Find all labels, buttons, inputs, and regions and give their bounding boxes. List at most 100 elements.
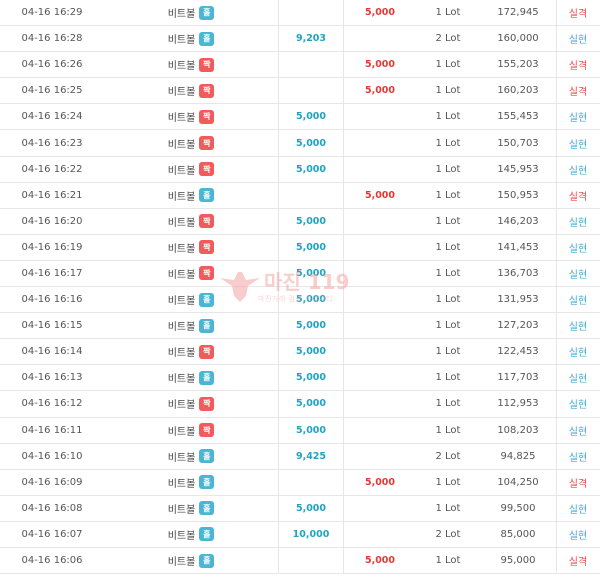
even-badge: 짝 — [199, 214, 215, 229]
item-name: 비트볼 — [167, 557, 196, 569]
balance: 99,500 — [500, 502, 536, 514]
lot-quantity: 1 Lot — [435, 163, 461, 175]
even-badge: 짝 — [199, 240, 215, 255]
item-name: 비트볼 — [167, 426, 196, 438]
item-name: 비트볼 — [167, 191, 196, 203]
result-status: 실현 — [568, 217, 588, 229]
odd-badge: 홀 — [199, 370, 215, 385]
result-status: 실현 — [568, 243, 588, 255]
table-row: 04-16 16:07 비트볼 홀 10,000 2 Lot 85,000 실현 — [0, 521, 600, 548]
item-name: 비트볼 — [167, 530, 196, 542]
result-status: 실격 — [568, 61, 588, 73]
odd-badge: 홀 — [199, 449, 215, 464]
result-status: 실현 — [568, 296, 588, 308]
even-badge: 짝 — [199, 109, 215, 124]
profit-amount: 10,000 — [292, 528, 330, 540]
result-status: 실현 — [568, 374, 588, 386]
even-badge: 짝 — [199, 423, 215, 438]
item-name: 비트볼 — [167, 9, 196, 21]
trade-rows: 04-16 16:29 비트볼 홀 5,000 1 Lot 172,945 실격 04-16 … — [0, 0, 600, 575]
item-name: 비트볼 — [167, 452, 196, 464]
profit-amount: 9,425 — [295, 450, 327, 462]
lot-quantity: 1 Lot — [435, 85, 461, 97]
profit-amount: 5,000 — [295, 137, 327, 149]
profit-amount: 5,000 — [295, 398, 327, 410]
item-name: 비트볼 — [167, 269, 196, 281]
table-row: 04-16 16:13 비트볼 홀 5,000 1 Lot 117,703 실현 — [0, 365, 600, 392]
profit-amount: 5,000 — [295, 241, 327, 253]
balance: 131,953 — [497, 294, 539, 306]
balance: 117,703 — [497, 372, 539, 384]
table-row: 04-16 16:09 비트볼 홀 5,000 1 Lot 104,250 실격 — [0, 469, 600, 496]
balance: 160,000 — [497, 33, 539, 45]
item-name: 비트볼 — [167, 217, 196, 229]
odd-badge: 홀 — [199, 475, 215, 490]
odd-badge: 홀 — [199, 188, 215, 203]
odd-badge: 홀 — [199, 31, 215, 46]
item-name: 비트볼 — [167, 296, 196, 308]
table-row: 04-16 16:12 비트볼 짝 5,000 1 Lot 112,953 실현 — [0, 391, 600, 418]
even-badge: 짝 — [199, 266, 215, 281]
table-row: 04-16 16:16 비트볼 홀 5,000 1 Lot 131,953 실현 — [0, 287, 600, 314]
item-name: 비트볼 — [167, 243, 196, 255]
balance: 150,953 — [497, 189, 539, 201]
trade-time: 04-16 16:16 — [21, 294, 83, 306]
trade-time: 04-16 16:25 — [21, 85, 83, 97]
even-badge: 짝 — [199, 57, 215, 72]
lot-quantity: 1 Lot — [435, 424, 461, 436]
profit-amount: 5,000 — [295, 267, 327, 279]
trade-time: 04-16 16:20 — [21, 215, 83, 227]
table-row: 04-16 16:21 비트볼 홀 5,000 1 Lot 150,953 실격 — [0, 182, 600, 209]
lot-quantity: 1 Lot — [435, 137, 461, 149]
trade-time: 04-16 16:14 — [21, 346, 83, 358]
trade-time: 04-16 16:12 — [21, 398, 83, 410]
profit-amount: 5,000 — [295, 215, 327, 227]
result-status: 실현 — [568, 322, 588, 334]
balance: 94,825 — [500, 450, 536, 462]
item-name: 비트볼 — [167, 348, 196, 360]
table-row: 04-16 16:20 비트볼 짝 5,000 1 Lot 146,203 실현 — [0, 208, 600, 235]
balance: 150,703 — [497, 137, 539, 149]
lot-quantity: 1 Lot — [435, 111, 461, 123]
lot-quantity: 1 Lot — [435, 476, 461, 488]
item-name: 비트볼 — [167, 35, 196, 47]
result-status: 실현 — [568, 139, 588, 151]
result-status: 실격 — [568, 87, 588, 99]
lot-quantity: 1 Lot — [435, 555, 461, 567]
item-name: 비트볼 — [167, 113, 196, 125]
result-status: 실현 — [568, 165, 588, 177]
item-name: 비트볼 — [167, 374, 196, 386]
odd-badge: 홀 — [199, 527, 215, 542]
table-row: 04-16 16:15 비트볼 홀 5,000 1 Lot 127,203 실현 — [0, 313, 600, 340]
profit-amount: 5,000 — [295, 502, 327, 514]
item-name: 비트볼 — [167, 504, 196, 516]
odd-badge: 홀 — [199, 5, 215, 20]
lot-quantity: 1 Lot — [435, 398, 461, 410]
lot-quantity: 1 Lot — [435, 189, 461, 201]
even-badge: 짝 — [199, 162, 215, 177]
even-badge: 짝 — [199, 396, 215, 411]
lot-quantity: 1 Lot — [435, 215, 461, 227]
trade-time: 04-16 16:28 — [21, 33, 83, 45]
loss-amount: 5,000 — [364, 59, 396, 71]
loss-amount: 5,000 — [364, 189, 396, 201]
trade-time: 04-16 16:17 — [21, 267, 83, 279]
loss-amount: 5,000 — [364, 7, 396, 19]
result-status: 실현 — [568, 348, 588, 360]
table-row: 04-16 16:17 비트볼 짝 5,000 1 Lot 136,703 실현 — [0, 260, 600, 288]
result-status: 실현 — [568, 504, 588, 516]
result-status: 실현 — [568, 113, 588, 125]
table-row: 04-16 16:26 비트볼 짝 5,000 1 Lot 155,203 실격 — [0, 52, 600, 79]
item-name: 비트볼 — [167, 322, 196, 334]
balance: 95,000 — [500, 555, 536, 567]
trade-time: 04-16 16:26 — [21, 59, 83, 71]
table-row: 04-16 16:28 비트볼 홀 9,203 2 Lot 160,000 실현 — [0, 26, 600, 53]
odd-badge: 홀 — [199, 318, 215, 333]
lot-quantity: 1 Lot — [435, 267, 461, 279]
lot-quantity: 1 Lot — [435, 372, 461, 384]
trade-time: 04-16 16:15 — [21, 320, 83, 332]
loss-amount: 5,000 — [364, 85, 396, 97]
loss-amount: 5,000 — [364, 555, 396, 567]
balance: 112,953 — [497, 398, 539, 410]
profit-amount: 5,000 — [295, 346, 327, 358]
